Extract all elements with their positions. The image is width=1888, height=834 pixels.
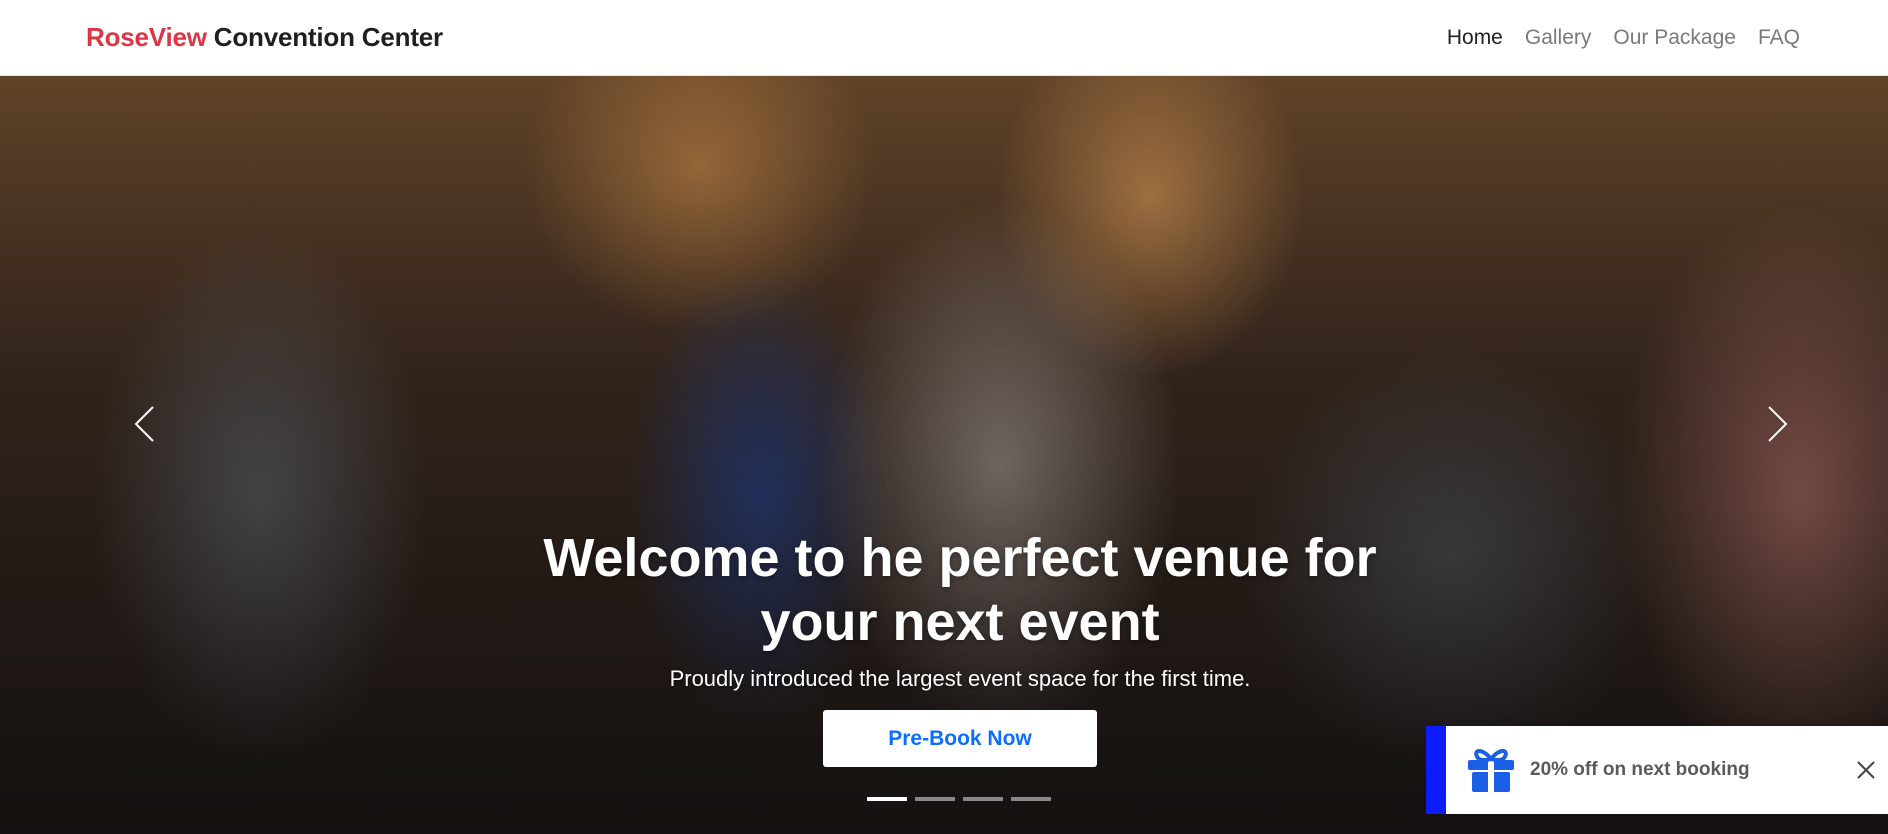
gift-icon: [1464, 745, 1520, 795]
carousel-indicator-4[interactable]: [1011, 797, 1051, 801]
carousel-indicator-1[interactable]: [867, 797, 907, 801]
close-icon: [1857, 761, 1875, 779]
brand-accent: RoseView: [86, 22, 207, 52]
pre-book-button[interactable]: Pre-Book Now: [823, 710, 1097, 767]
nav-home[interactable]: Home: [1447, 26, 1503, 49]
brand-rest: Convention Center: [206, 22, 443, 52]
chevron-right-icon: [1768, 406, 1788, 442]
hero-subtitle: Proudly introduced the largest event spa…: [669, 666, 1251, 691]
nav-our-package[interactable]: Our Package: [1613, 26, 1736, 49]
carousel-indicator-3[interactable]: [963, 797, 1003, 801]
nav-links: Home Gallery Our Package FAQ: [1447, 26, 1800, 50]
top-navbar: RoseView Convention Center Home Gallery …: [0, 0, 1888, 76]
promo-toast: 20% off on next booking: [1426, 726, 1888, 814]
toast-accent-bar: [1426, 726, 1446, 814]
hero-title: Welcome to he perfect venue for your nex…: [543, 528, 1377, 652]
promo-text: 20% off on next booking: [1530, 759, 1750, 780]
hero-caption: Welcome to he perfect venue for your nex…: [360, 526, 1560, 767]
nav-gallery[interactable]: Gallery: [1525, 26, 1592, 49]
carousel-indicator-2[interactable]: [915, 797, 955, 801]
hero-carousel: Welcome to he perfect venue for your nex…: [0, 76, 1888, 834]
chevron-left-icon: [134, 406, 154, 442]
brand-logo[interactable]: RoseView Convention Center: [86, 22, 443, 53]
toast-close-button[interactable]: [1850, 754, 1882, 786]
nav-faq[interactable]: FAQ: [1758, 26, 1800, 49]
carousel-indicators: [867, 797, 1051, 801]
carousel-prev-button[interactable]: [124, 394, 164, 454]
carousel-next-button[interactable]: [1758, 394, 1798, 454]
